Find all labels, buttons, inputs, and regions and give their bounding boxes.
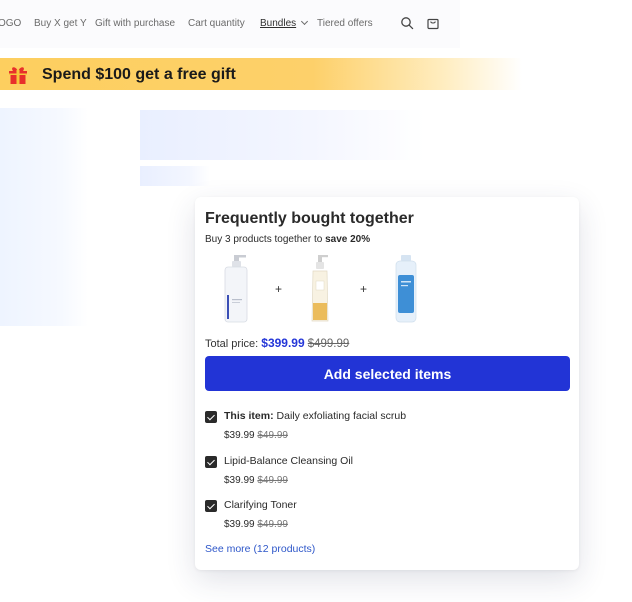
top-nav: OGO Buy X get Y Gift with purchase Cart … <box>0 0 460 48</box>
total-compare-price: $499.99 <box>307 338 350 350</box>
total-label: Total price: <box>205 338 259 350</box>
item-checkbox[interactable] <box>205 411 217 423</box>
nav-link-logo[interactable]: OGO <box>0 18 21 29</box>
item-compare-price: $49.99 <box>257 519 288 530</box>
product-image-clarifying-toner[interactable] <box>393 255 419 323</box>
item-price-row: $39.99 $49.99 <box>224 519 288 530</box>
this-item-label: This item: <box>224 410 274 422</box>
image-placeholder <box>0 108 88 326</box>
nav-link-buy-x-get-y[interactable]: Buy X get Y <box>34 18 87 29</box>
item-name: Lipid-Balance Cleansing Oil <box>224 455 353 467</box>
item-name: Clarifying Toner <box>224 499 297 511</box>
total-price: $399.99 <box>261 336 305 350</box>
item-name: This item: Daily exfoliating facial scru… <box>224 410 406 422</box>
chevron-down-icon <box>301 17 309 26</box>
nav-link-gift-with-purchase[interactable]: Gift with purchase <box>95 18 175 29</box>
item-price-row: $39.99 $49.99 <box>224 475 288 486</box>
item-price: $39.99 <box>224 519 255 530</box>
product-image-cleansing-oil[interactable] <box>308 255 332 323</box>
item-checkbox[interactable] <box>205 500 217 512</box>
item-checkbox[interactable] <box>205 456 217 468</box>
banner-text: Spend $100 get a free gift <box>42 66 236 83</box>
product-image-facial-scrub[interactable] <box>221 255 251 323</box>
plus-sign: + <box>360 282 368 296</box>
title-placeholder <box>140 110 425 160</box>
nav-link-bundles[interactable]: Bundles <box>260 17 309 29</box>
item-compare-price: $49.99 <box>257 430 288 441</box>
see-more-link[interactable]: See more (12 products) <box>205 543 315 555</box>
gift-icon <box>9 67 27 84</box>
widget-title: Frequently bought together <box>205 210 414 227</box>
price-placeholder <box>140 166 210 186</box>
nav-link-bundles-label: Bundles <box>260 18 297 29</box>
cart-icon[interactable] <box>426 16 440 30</box>
item-name-text: Daily exfoliating facial scrub <box>276 410 407 422</box>
plus-sign: + <box>275 282 283 296</box>
widget-subtitle: Buy 3 products together to save 20% <box>205 234 370 245</box>
search-icon[interactable] <box>400 16 414 30</box>
item-price: $39.99 <box>224 430 255 441</box>
item-price: $39.99 <box>224 475 255 486</box>
item-price-row: $39.99 $49.99 <box>224 430 288 441</box>
nav-link-cart-quantity[interactable]: Cart quantity <box>188 18 245 29</box>
nav-link-tiered-offers[interactable]: Tiered offers <box>317 18 373 29</box>
total-price-row: Total price: $399.99 $499.99 <box>205 336 349 350</box>
widget-subtitle-savings: save 20% <box>325 234 371 245</box>
bundle-widget: Frequently bought together Buy 3 product… <box>195 197 579 570</box>
widget-subtitle-prefix: Buy 3 products together to <box>205 234 326 245</box>
add-selected-items-button[interactable]: Add selected items <box>205 356 570 391</box>
item-compare-price: $49.99 <box>257 475 288 486</box>
